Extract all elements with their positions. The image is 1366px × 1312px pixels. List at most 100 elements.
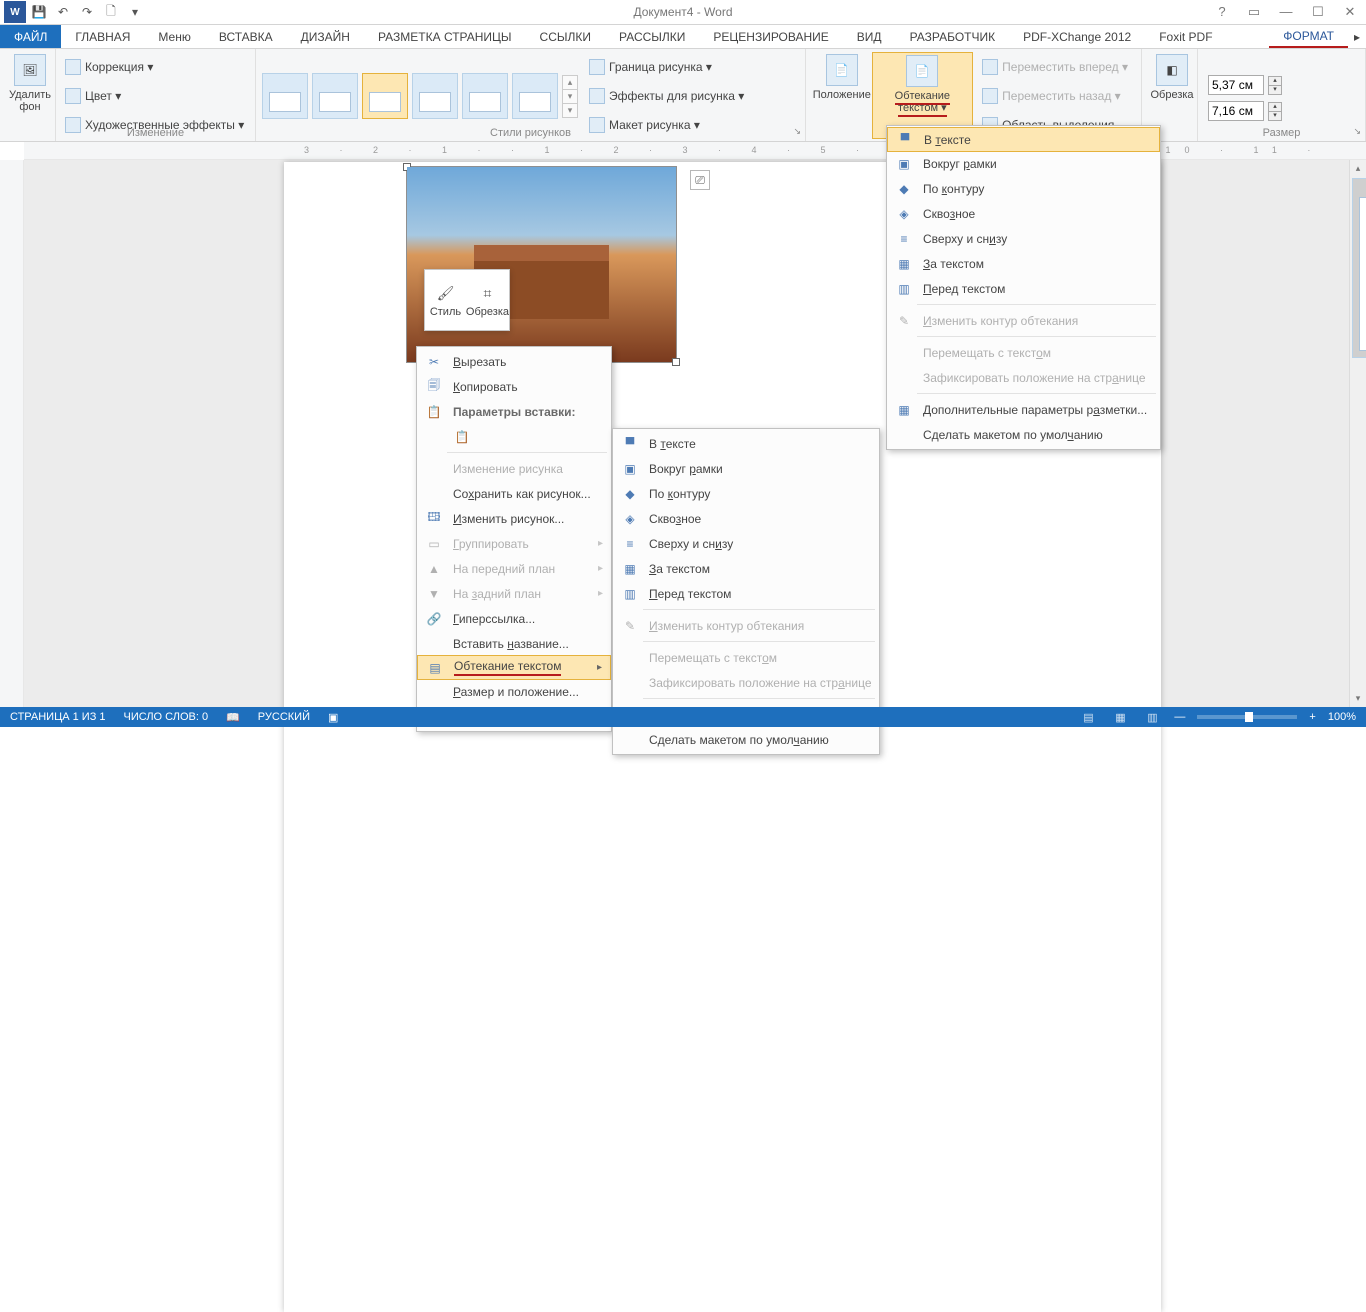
style-thumb-selected[interactable]	[362, 73, 408, 119]
tab-foxit[interactable]: Foxit PDF	[1145, 25, 1226, 48]
vertical-ruler[interactable]	[0, 160, 24, 707]
wrap-inline-item[interactable]: ▀В тексте	[887, 127, 1160, 152]
picture-border-button[interactable]: Граница рисунка ▾	[586, 57, 747, 77]
layout-options-icon[interactable]: ⎚	[690, 170, 710, 190]
word-count-label[interactable]: ЧИСЛО СЛОВ: 0	[124, 711, 209, 723]
hyperlink-item[interactable]: 🔗Гиперссылка...	[417, 606, 611, 631]
tab-mailings[interactable]: РАССЫЛКИ	[605, 25, 699, 48]
gallery-down-icon[interactable]: ▾	[562, 89, 578, 104]
style-thumb[interactable]	[512, 73, 558, 119]
mini-crop-button[interactable]: ⌗ Обрезка	[466, 270, 509, 330]
size-position-item[interactable]: Размер и положение...	[417, 679, 611, 704]
height-down-icon[interactable]: ▾	[1268, 85, 1282, 95]
tab-format[interactable]: ФОРМАТ	[1269, 25, 1348, 48]
tab-view[interactable]: ВИД	[843, 25, 896, 48]
view-read-icon[interactable]: ▤	[1078, 709, 1098, 725]
tab-file[interactable]: ФАЙЛ	[0, 25, 61, 48]
scroll-thumb[interactable]	[1352, 178, 1366, 358]
sub-wrap-behind-item[interactable]: ▦За текстом	[613, 556, 879, 581]
tab-references[interactable]: ССЫЛКИ	[526, 25, 605, 48]
undo-icon[interactable]: ↶	[52, 1, 74, 23]
style-thumb[interactable]	[262, 73, 308, 119]
zoom-level-label[interactable]: 100%	[1328, 711, 1356, 723]
width-input[interactable]	[1208, 101, 1264, 121]
sub-wrap-front-item[interactable]: ▥Перед текстом	[613, 581, 879, 606]
tab-insert[interactable]: ВСТАВКА	[205, 25, 287, 48]
qat-customize-icon[interactable]: ▾	[124, 1, 146, 23]
sub-wrap-inline-item[interactable]: ▀В тексте	[613, 431, 879, 456]
styles-launcher-icon[interactable]: ↘	[793, 126, 801, 137]
tab-review[interactable]: РЕЦЕНЗИРОВАНИЕ	[699, 25, 842, 48]
spell-check-icon[interactable]: 📖	[226, 711, 240, 724]
tab-menu[interactable]: Меню	[144, 25, 204, 48]
set-default-layout-item[interactable]: Сделать макетом по умолчанию	[887, 422, 1160, 447]
wrap-front-item[interactable]: ▥Перед текстом	[887, 276, 1160, 301]
save-icon[interactable]: 💾	[28, 1, 50, 23]
more-layout-options-item[interactable]: ▦Дополнительные параметры разметки...	[887, 397, 1160, 422]
scroll-up-icon[interactable]: ▴	[1350, 160, 1366, 177]
horizontal-ruler[interactable]: 3 · 2 · 1 · · 1 · 2 · 3 · 4 · 5 · 6 · 7 …	[24, 142, 1366, 160]
picture-effects-button[interactable]: Эффекты для рисунка ▾	[586, 86, 747, 106]
scroll-down-icon[interactable]: ▾	[1350, 690, 1366, 707]
macro-record-icon[interactable]: ▣	[328, 711, 338, 724]
cut-item[interactable]: ✂Вырезать	[417, 349, 611, 374]
redo-icon[interactable]: ↷	[76, 1, 98, 23]
new-doc-icon[interactable]: 🗋	[100, 1, 122, 23]
corrections-button[interactable]: Коррекция ▾	[62, 57, 249, 77]
tab-home[interactable]: ГЛАВНАЯ	[61, 25, 144, 48]
tab-page-layout[interactable]: РАЗМЕТКА СТРАНИЦЫ	[364, 25, 526, 48]
edit-picture-item[interactable]: 🖽Изменить рисунок...	[417, 506, 611, 531]
view-web-icon[interactable]: ▥	[1142, 709, 1162, 725]
sub-wrap-topbottom-item[interactable]: ≡Сверху и снизу	[613, 531, 879, 556]
position-icon: 📄	[826, 54, 858, 86]
view-print-icon[interactable]: ▦	[1110, 709, 1130, 725]
wrap-text-item[interactable]: ▤Обтекание текстом▸	[417, 655, 611, 680]
wrap-tight-item[interactable]: ◆По контуру	[887, 176, 1160, 201]
style-thumb[interactable]	[312, 73, 358, 119]
mini-style-button[interactable]: 🖌 Стиль	[425, 270, 466, 330]
zoom-out-icon[interactable]: —	[1174, 711, 1185, 723]
wrap-topbottom-item[interactable]: ≡Сверху и снизу	[887, 226, 1160, 251]
wrap-square-item[interactable]: ▣Вокруг рамки	[887, 151, 1160, 176]
page-count-label[interactable]: СТРАНИЦА 1 ИЗ 1	[10, 711, 106, 723]
sub-wrap-tight-item[interactable]: ◆По контуру	[613, 481, 879, 506]
sub-wrap-square-item[interactable]: ▣Вокруг рамки	[613, 456, 879, 481]
sub-set-default-layout-item[interactable]: Сделать макетом по умолчанию	[613, 727, 879, 752]
save-as-picture-item[interactable]: Сохранить как рисунок...	[417, 481, 611, 506]
send-backward-button[interactable]: Переместить назад ▾	[979, 86, 1131, 106]
zoom-in-icon[interactable]: +	[1309, 711, 1315, 723]
style-thumb[interactable]	[412, 73, 458, 119]
size-launcher-icon[interactable]: ↘	[1353, 126, 1361, 137]
tab-developer[interactable]: РАЗРАБОТЧИК	[896, 25, 1010, 48]
wrap-through-item[interactable]: ◈Сквозное	[887, 201, 1160, 226]
selected-image[interactable]	[406, 166, 677, 363]
vertical-scrollbar[interactable]: ▴ ▾	[1349, 160, 1366, 707]
picture-styles-gallery[interactable]: ▴▾▾	[262, 52, 578, 139]
minimize-icon[interactable]: —	[1274, 4, 1298, 20]
insert-caption-item[interactable]: Вставить название...	[417, 631, 611, 656]
language-label[interactable]: РУССКИЙ	[258, 711, 310, 723]
copy-item[interactable]: 🗐Копировать	[417, 374, 611, 399]
gallery-more-icon[interactable]: ▾	[562, 103, 578, 118]
remove-background-button[interactable]: 🖼 Удалить фон	[6, 52, 54, 139]
tab-pdfxchange[interactable]: PDF-XChange 2012	[1009, 25, 1145, 48]
height-input[interactable]	[1208, 75, 1264, 95]
color-button[interactable]: Цвет ▾	[62, 86, 249, 106]
wrap-behind-item[interactable]: ▦За текстом	[887, 251, 1160, 276]
style-thumb[interactable]	[462, 73, 508, 119]
help-icon[interactable]: ?	[1210, 4, 1234, 20]
tab-overflow-icon[interactable]: ▸	[1348, 25, 1366, 48]
width-down-icon[interactable]: ▾	[1268, 111, 1282, 121]
bring-forward-button[interactable]: Переместить вперед ▾	[979, 57, 1131, 77]
zoom-slider[interactable]	[1197, 715, 1297, 719]
edit-wrap-icon: ✎	[895, 312, 913, 330]
tab-design[interactable]: ДИЗАЙН	[287, 25, 364, 48]
maximize-icon[interactable]: ☐	[1306, 4, 1330, 20]
paste-option-button[interactable]: 📋	[417, 424, 611, 449]
gallery-up-icon[interactable]: ▴	[562, 75, 578, 90]
position-button[interactable]: 📄 Положение	[812, 52, 872, 139]
ribbon-display-icon[interactable]: ▭	[1242, 4, 1266, 20]
close-icon[interactable]: ✕	[1338, 4, 1362, 20]
sub-wrap-through-item[interactable]: ◈Сквозное	[613, 506, 879, 531]
word-app-icon[interactable]: W	[4, 1, 26, 23]
